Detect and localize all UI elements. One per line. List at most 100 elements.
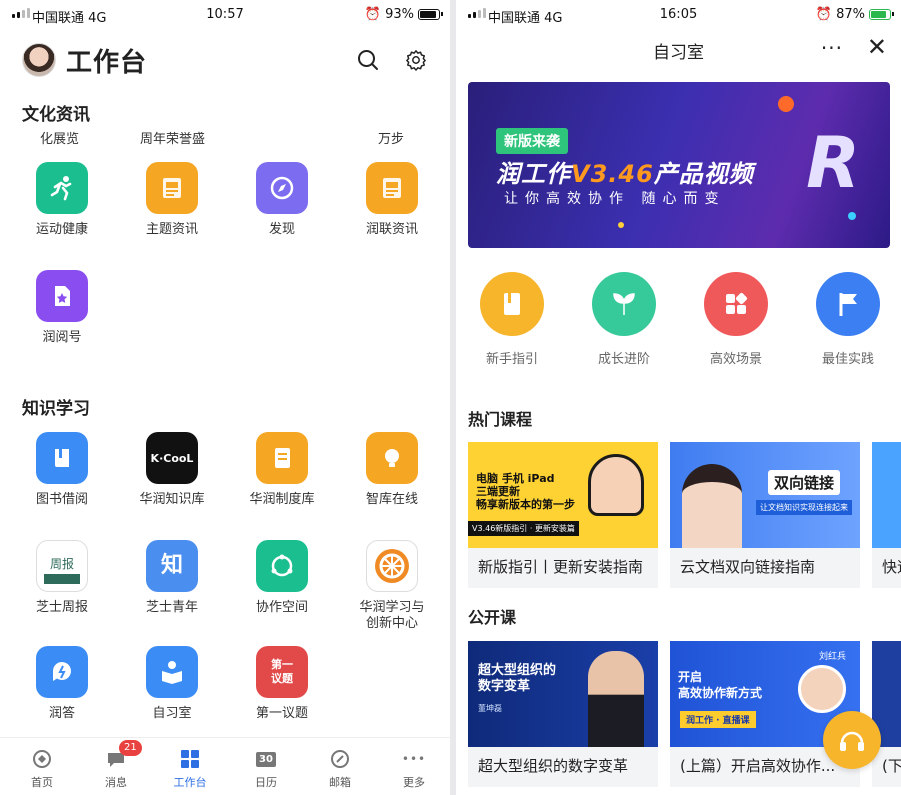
guide-book-icon	[480, 272, 544, 336]
speaker-name: 刘红兵	[818, 652, 846, 662]
status-bar: 中国联通 4G 16:05 ⏰ 87%	[456, 0, 901, 30]
tab-mail[interactable]: 邮箱	[310, 748, 370, 790]
app-kcool[interactable]: K·CooL 华润知识库	[118, 432, 226, 508]
section-title-knowledge: 知识学习	[22, 399, 90, 419]
decor-dot	[618, 222, 624, 228]
battery-icon	[418, 9, 443, 20]
gear-icon[interactable]	[404, 48, 428, 72]
quick-entry[interactable]: 新手指引	[462, 272, 562, 367]
headline-suffix: 产品视频	[653, 160, 754, 188]
tab-label: 更多	[403, 776, 425, 789]
app-star-doc[interactable]: 润阅号	[8, 270, 116, 346]
quick-entry-label: 高效场景	[709, 352, 762, 367]
page-title: 工作台	[66, 47, 148, 78]
app-label: 润阅号	[42, 330, 82, 345]
app-topic[interactable]: 第一 议题 第一议题	[228, 646, 336, 722]
app-label: 智库在线	[365, 492, 418, 507]
unread-badge: 21	[119, 740, 142, 756]
sublabel[interactable]: 周年荣誉盛	[140, 128, 205, 147]
bottom-tab-bar: 首页 21 消息 工作台 30 日历 邮箱 ••• 更多	[0, 737, 450, 795]
app-label: 主题资讯	[145, 222, 198, 237]
course-card[interactable]: 超大型组织的 数字变革 董坤磊 超大型组织的数字变革	[468, 641, 658, 787]
tab-home[interactable]: 首页	[12, 748, 72, 790]
banner-tag: 新版来袭	[496, 128, 568, 154]
sublabel[interactable]: 万步	[378, 128, 404, 147]
screenshot-composite: 中国联通 4G 10:57 ⏰ 93% 工作台 文化资讯 化展览 周年荣誉盛 万…	[0, 0, 901, 795]
cover-text: 双向链接	[768, 470, 841, 495]
flag-icon	[816, 272, 880, 336]
banner-subline: 让你高效协作 随心而变	[504, 191, 726, 207]
decor-dot	[778, 96, 794, 112]
banner-headline: 润工作V3.46产品视频	[496, 154, 754, 189]
cover-text: 电脑 手机 iPad 三端更新 畅享新版本的第一步	[476, 472, 575, 511]
app-running[interactable]: 运动健康	[8, 162, 116, 238]
quick-entry-label: 成长进阶	[597, 352, 650, 367]
topic-icon: 第一 议题	[256, 646, 308, 698]
tab-label: 日历	[255, 776, 277, 789]
cover-text: 超大型组织的 数字变革	[478, 663, 557, 694]
course-cover	[872, 442, 901, 548]
tab-message[interactable]: 21 消息	[86, 740, 146, 790]
battery-percent: 87%	[836, 7, 865, 22]
app-bulb[interactable]: 智库在线	[338, 432, 446, 508]
app-label: 华润制度库	[249, 492, 315, 507]
battery-charging-icon	[869, 9, 894, 20]
course-card[interactable]: 双向链接 让文档知识实现连接起来 云文档双向链接指南	[670, 442, 860, 588]
more-options-button[interactable]: ···	[821, 36, 843, 60]
tab-grid[interactable]: 工作台	[160, 748, 220, 790]
app-book[interactable]: 图书借阅	[8, 432, 116, 508]
app-label: 发现	[268, 222, 295, 237]
avatar[interactable]	[22, 43, 56, 77]
course-cover: 超大型组织的 数字变革 董坤磊	[468, 641, 658, 747]
weekly-icon: 周报	[36, 540, 88, 592]
app-collab[interactable]: 协作空间	[228, 540, 336, 616]
close-button[interactable]: ✕	[867, 33, 887, 61]
app-compass[interactable]: 发现	[228, 162, 336, 238]
tab-label: 工作台	[173, 776, 207, 789]
course-card-partial[interactable]: 快速	[872, 442, 901, 588]
app-qa[interactable]: 润答	[8, 646, 116, 722]
star-doc-icon	[36, 270, 88, 322]
app-reader[interactable]: 自习室	[118, 646, 226, 722]
course-title: 快速	[882, 558, 901, 576]
book-icon	[36, 432, 88, 484]
app-news[interactable]: 主题资讯	[118, 162, 226, 238]
app-label: 润联资讯	[365, 222, 418, 237]
promo-banner[interactable]: 新版来袭 润工作V3.46产品视频 让你高效协作 随心而变 R	[468, 82, 890, 248]
app-emblem[interactable]: 华润学习与 创新中心	[338, 540, 446, 632]
quick-entry[interactable]: 成长进阶	[574, 272, 674, 367]
calendar-icon: 30	[255, 748, 277, 770]
app-label: 图书借阅	[35, 492, 88, 507]
tab-calendar[interactable]: 30 日历	[236, 748, 296, 790]
battery-indicator: ⏰ 87%	[815, 7, 894, 22]
audio-assistant-button[interactable]	[823, 711, 881, 769]
reader-icon	[146, 646, 198, 698]
course-card[interactable]: 电脑 手机 iPad 三端更新 畅享新版本的第一步 V3.46新版指引 · 更新…	[468, 442, 658, 588]
course-cover: 双向链接 让文档知识实现连接起来	[670, 442, 860, 548]
quick-entry[interactable]: 最佳实践	[798, 272, 898, 367]
headline-version: V3.46	[571, 160, 654, 188]
app-zhi[interactable]: 知芝士青年	[118, 540, 226, 616]
app-weekly[interactable]: 周报 芝士周报	[8, 540, 116, 616]
tab-more[interactable]: ••• 更多	[384, 748, 444, 790]
course-title: (上篇）开启高效协作...	[680, 757, 836, 775]
message-icon: 21	[105, 740, 142, 770]
speaker-photo	[588, 651, 644, 747]
more-icon: •••	[401, 752, 427, 766]
course-card-partial[interactable]: (下	[872, 641, 901, 787]
compass-icon	[256, 162, 308, 214]
app-label: 润答	[48, 706, 75, 721]
app-label: 运动健康	[35, 222, 88, 237]
alarm-icon: ⏰	[815, 7, 833, 22]
culture-sublabels: 化展览 周年荣誉盛 万步	[0, 128, 450, 148]
course-card[interactable]: 开启 高效协作新方式 润工作 · 直播课 刘红兵 (上篇）开启高效协作...	[670, 641, 860, 787]
speaker-photo	[798, 665, 846, 713]
app-label: 华润知识库	[139, 492, 205, 507]
sublabel[interactable]: 化展览	[40, 128, 79, 147]
search-icon[interactable]	[356, 48, 380, 72]
quick-entry[interactable]: 高效场景	[686, 272, 786, 367]
page-header: 工作台	[22, 38, 428, 82]
app-label: 华润学习与 创新中心	[359, 600, 425, 631]
app-news[interactable]: 润联资讯	[338, 162, 446, 238]
app-manual[interactable]: 华润制度库	[228, 432, 336, 508]
